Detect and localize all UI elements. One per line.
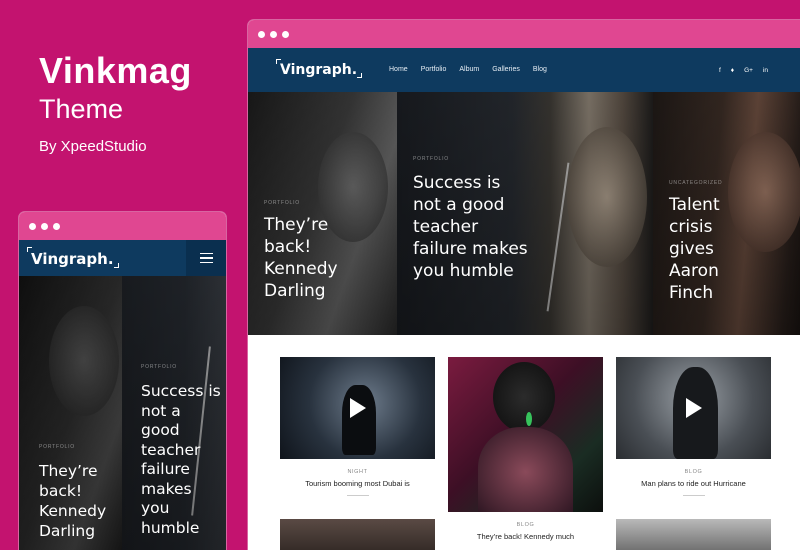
linkedin-icon[interactable]: in [763,67,768,74]
post-card[interactable]: NIGHT Tourism booming most Dubai is [280,357,435,496]
post-category: BLOG [516,522,535,528]
brand-subtitle: Theme [39,94,124,124]
window-dot-icon [29,222,36,230]
site-logo[interactable]: Vingraph. [27,247,119,268]
hero-headline[interactable]: Success is not a good teacher failure ma… [141,382,221,538]
nav-album[interactable]: Album [459,66,479,73]
post-card[interactable] [616,519,771,550]
post-thumbnail[interactable] [448,357,603,512]
window-dot-icon [41,222,48,230]
window-dot-icon [270,30,277,38]
nav-portfolio[interactable]: Portfolio [421,66,447,73]
hero-category: PORTFOLIO [413,156,450,162]
site-logo[interactable]: Vingraph. [276,59,363,78]
play-icon[interactable] [349,398,366,418]
hero-category: PORTFOLIO [39,444,76,450]
post-card[interactable] [280,519,435,550]
social-links: f ♦ G+ in [719,67,768,74]
post-thumbnail[interactable] [280,519,435,550]
hero-headline[interactable]: They’re back! Kennedy Darling [39,461,119,541]
main-nav: Home Portfolio Album Galleries Blog [389,66,547,73]
hero-category: UNCATEGORIZED [669,180,723,186]
hero-slider: PORTFOLIO They’re back! Kennedy Darling … [248,92,800,335]
post-title[interactable]: Tourism booming most Dubai is [280,479,435,488]
post-thumbnail[interactable] [280,357,435,459]
browser-titlebar [19,212,226,240]
hero-category: PORTFOLIO [264,200,301,206]
google-plus-icon[interactable]: G+ [744,67,753,74]
hero-slide[interactable]: PORTFOLIO They’re back! Kennedy Darling [248,92,397,335]
nav-home[interactable]: Home [389,66,408,73]
facebook-icon[interactable]: f [719,67,721,74]
nav-galleries[interactable]: Galleries [492,66,520,73]
hero-headline[interactable]: Success is not a good teacher failure ma… [413,172,528,282]
play-icon[interactable] [685,398,702,418]
hero-slider: PORTFOLIO They’re back! Kennedy Darling … [19,276,226,550]
window-dot-icon [282,30,289,38]
window-dot-icon [258,30,265,38]
hero-slide[interactable]: PORTFOLIO They’re back! Kennedy Darling [19,276,122,550]
brand-author: By XpeedStudio [39,138,147,155]
post-card[interactable]: BLOG They’re back! Kennedy much [448,357,603,541]
post-thumbnail[interactable] [616,357,771,459]
post-category: BLOG [684,469,703,475]
hamburger-menu-icon[interactable] [186,240,226,276]
hero-headline[interactable]: Talent crisis gives Aaron Finch [669,194,759,304]
desktop-preview: Vingraph. Home Portfolio Album Galleries… [248,20,800,550]
site-header: Vingraph. [19,240,226,276]
hero-headline[interactable]: They’re back! Kennedy Darling [264,214,364,302]
divider [346,495,369,496]
post-title[interactable]: Man plans to ride out Hurricane [616,479,771,488]
browser-titlebar [248,20,800,48]
post-card[interactable]: BLOG Man plans to ride out Hurricane [616,357,771,496]
hero-slide[interactable]: PORTFOLIO Success is not a good teacher … [122,276,226,550]
hero-category: PORTFOLIO [141,364,178,370]
post-thumbnail[interactable] [616,519,771,550]
hero-slide[interactable]: PORTFOLIO Success is not a good teacher … [397,92,653,335]
window-dot-icon [53,222,60,230]
divider [682,495,705,496]
brand-title: Vinkmag [39,50,192,91]
post-title[interactable]: They’re back! Kennedy much [448,532,603,541]
twitter-icon[interactable]: ♦ [731,67,734,74]
hero-slide[interactable]: UNCATEGORIZED Talent crisis gives Aaron … [653,92,800,335]
post-grid: NIGHT Tourism booming most Dubai is BLOG… [248,335,800,550]
site-header: Vingraph. Home Portfolio Album Galleries… [248,48,800,92]
mobile-preview: Vingraph. PORTFOLIO They’re back! Kenned… [19,212,226,550]
nav-blog[interactable]: Blog [533,66,547,73]
post-category: NIGHT [347,469,368,475]
